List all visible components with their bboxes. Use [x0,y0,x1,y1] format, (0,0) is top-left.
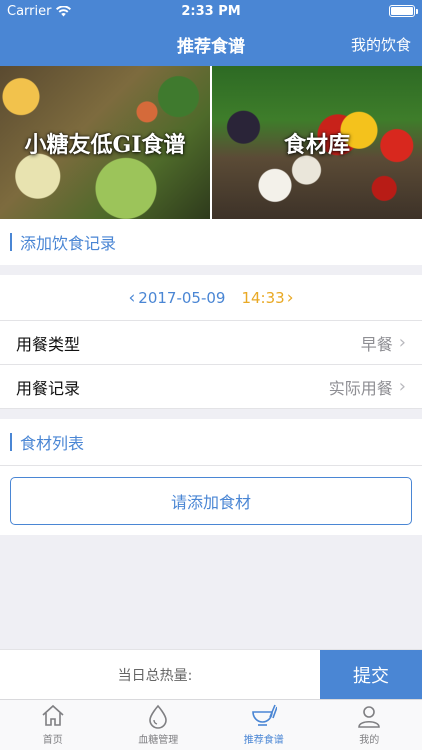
tab-profile[interactable]: 我的 [317,700,422,750]
home-icon [42,704,64,726]
blood-drop-icon [149,704,168,729]
ingredient-library-label: 食材库 [283,131,350,158]
bowl-chopsticks-icon [251,704,277,726]
carrier-label: Carrier [7,3,52,19]
chevron-right-icon: › [398,332,406,353]
battery-icon [389,5,418,17]
wifi-icon [56,5,72,16]
tab-home[interactable]: 首页 [0,700,106,750]
add-food-button[interactable]: 请添加食材 [10,477,412,525]
meal-type-row[interactable]: 用餐类型 早餐 › [0,321,422,365]
divider-gap [0,409,422,419]
daily-calories-label: 当日总热量: [117,667,193,684]
chevron-left-icon[interactable]: ‹ [128,288,135,308]
food-section-title: 食材列表 [20,434,85,453]
meal-type-label: 用餐类型 [16,334,81,354]
food-section-header: 食材列表 [0,419,422,465]
bottom-action-bar: 当日总热量: 提交 [0,649,422,699]
datetime-row: ‹ 2017-05-09 14:33 › [0,275,422,321]
divider-gap [0,265,422,275]
time-value[interactable]: 14:33 [241,289,284,307]
chevron-right-icon[interactable]: › [287,288,294,308]
ingredient-library-banner[interactable]: 食材库 [212,66,422,219]
person-icon [358,706,381,728]
section-accent-bar [10,433,12,451]
banner-row: 小糖友低GI食谱 食材库 [0,66,422,219]
add-food-wrapper: 请添加食材 [0,465,422,535]
record-section-title: 添加饮食记录 [20,234,117,253]
tab-label: 我的 [359,735,380,746]
submit-button[interactable]: 提交 [320,650,422,699]
meal-record-value: 实际用餐 [328,378,393,398]
chevron-right-icon: › [398,376,406,397]
status-left: Carrier [7,3,72,19]
tab-blood-sugar[interactable]: 血糖管理 [106,700,212,750]
tab-recipes[interactable]: 推荐食谱 [211,700,317,750]
status-bar: Carrier 2:33 PM [0,0,422,22]
my-diet-button[interactable]: 我的饮食 [351,22,411,66]
tab-label: 推荐食谱 [243,735,284,746]
tab-bar: 首页 血糖管理 推荐食谱 我的 [0,699,422,750]
meal-record-row[interactable]: 用餐记录 实际用餐 › [0,365,422,409]
meal-record-label: 用餐记录 [16,378,81,398]
nav-bar: 推荐食谱 我的饮食 [0,22,422,66]
tab-label: 血糖管理 [138,735,179,746]
section-accent-bar [10,233,12,251]
low-gi-recipes-label: 小糖友低GI食谱 [24,131,186,158]
low-gi-recipes-banner[interactable]: 小糖友低GI食谱 [0,66,210,219]
meal-type-value: 早餐 [360,334,393,354]
record-section-header: 添加饮食记录 [0,219,422,265]
tab-label: 首页 [42,735,63,746]
date-value[interactable]: 2017-05-09 [138,289,225,307]
page-title: 推荐食谱 [177,36,245,57]
